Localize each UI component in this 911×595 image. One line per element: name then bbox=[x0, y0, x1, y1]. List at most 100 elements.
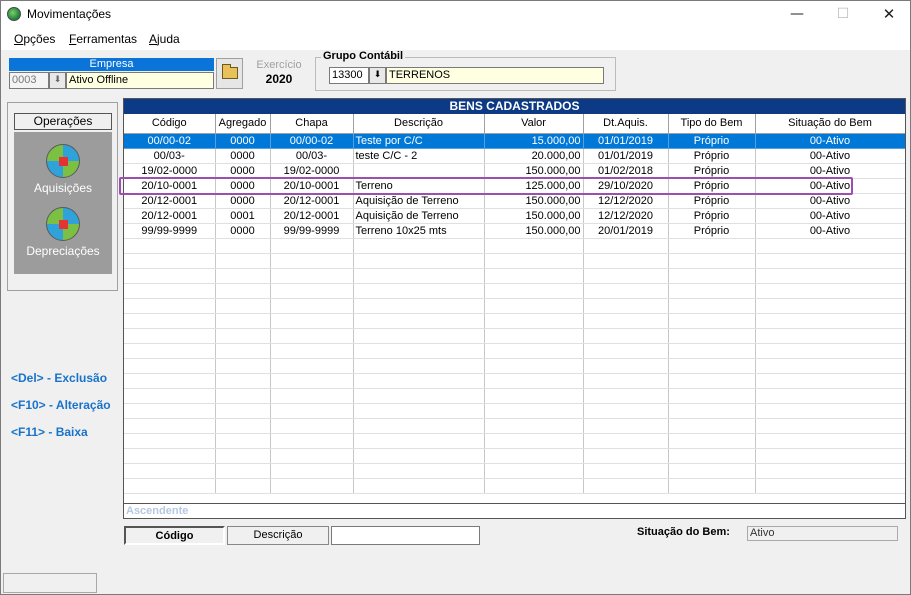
empty-cell bbox=[124, 463, 216, 479]
empty-cell bbox=[353, 418, 485, 434]
empty-cell bbox=[124, 313, 216, 329]
empty-cell bbox=[215, 328, 271, 344]
situacao-value: Ativo bbox=[747, 526, 898, 541]
empty-cell bbox=[484, 388, 584, 404]
empty-cell bbox=[124, 478, 216, 494]
table-row[interactable]: 20/12-0001 0000 20/12-0001 Aquisição de Ter… bbox=[124, 193, 905, 209]
table-row[interactable]: 19/02-0000 0000 19/02-0000 150.000,00 01/02/… bbox=[124, 163, 905, 179]
empty-cell bbox=[484, 403, 584, 419]
empresa-name-field[interactable]: Ativo Offline bbox=[66, 72, 214, 89]
minimize-button[interactable]: — bbox=[774, 1, 820, 28]
sort-direction-label: Ascendente bbox=[124, 503, 905, 518]
empty-cell bbox=[755, 478, 905, 494]
table-cell: 12/12/2020 bbox=[583, 208, 669, 224]
column-header[interactable]: Valor bbox=[484, 114, 584, 134]
empty-cell bbox=[668, 253, 756, 269]
empty-cell bbox=[353, 388, 485, 404]
globe-icon[interactable] bbox=[46, 207, 80, 241]
empty-cell bbox=[215, 298, 271, 314]
column-header[interactable]: Dt.Aquis. bbox=[583, 114, 669, 134]
empty-cell bbox=[583, 313, 669, 329]
sort-codigo-tab[interactable]: Código bbox=[124, 526, 225, 545]
empty-cell bbox=[215, 313, 271, 329]
menu-ferramentas[interactable]: Ferramentas bbox=[69, 32, 137, 46]
empty-cell bbox=[124, 418, 216, 434]
column-header[interactable]: Tipo do Bem bbox=[668, 114, 756, 134]
empty-cell bbox=[270, 463, 354, 479]
globe-icon[interactable] bbox=[46, 144, 80, 178]
empty-cell bbox=[353, 253, 485, 269]
op-depreciacoes[interactable]: Depreciações bbox=[14, 244, 112, 258]
empty-cell bbox=[583, 478, 669, 494]
table-cell: 0000 bbox=[215, 163, 271, 179]
empty-cell bbox=[755, 388, 905, 404]
column-header[interactable]: Descrição bbox=[353, 114, 485, 134]
bens-grid[interactable]: BENS CADASTRADOS Código Agregado Chapa Desc… bbox=[123, 98, 906, 519]
empty-cell bbox=[484, 478, 584, 494]
table-cell: 01/02/2018 bbox=[583, 163, 669, 179]
table-row[interactable]: 20/10-0001 0000 20/10-0001 Terreno 125.000,0… bbox=[124, 178, 905, 194]
menu-opcoes[interactable]: Opções bbox=[14, 32, 55, 46]
empty-cell bbox=[755, 448, 905, 464]
empty-cell bbox=[755, 358, 905, 374]
table-cell: 15.000,00 bbox=[484, 133, 584, 149]
bens-table: Código Agregado Chapa Descrição Valor Dt.Aqui… bbox=[124, 114, 905, 494]
sort-descricao-tab[interactable]: Descrição bbox=[227, 526, 329, 545]
empty-cell bbox=[668, 238, 756, 254]
empty-cell bbox=[755, 283, 905, 299]
table-cell: Aquisição de Terreno bbox=[353, 193, 485, 209]
grupo-lookup-button[interactable]: ⬇ bbox=[369, 67, 386, 84]
empty-cell bbox=[215, 373, 271, 389]
operacoes-body: Aquisições Depreciações bbox=[14, 132, 112, 274]
menu-bar: Opções Ferramentas Ajuda bbox=[1, 28, 910, 50]
empty-cell bbox=[484, 283, 584, 299]
empty-row bbox=[124, 463, 905, 479]
empty-row bbox=[124, 388, 905, 404]
search-input[interactable] bbox=[331, 526, 480, 545]
empty-cell bbox=[270, 343, 354, 359]
column-header[interactable]: Situação do Bem bbox=[755, 114, 905, 134]
empty-cell bbox=[270, 373, 354, 389]
empty-row bbox=[124, 478, 905, 494]
empty-cell bbox=[484, 268, 584, 284]
maximize-button[interactable]: ☐ bbox=[820, 1, 866, 28]
empty-cell bbox=[755, 403, 905, 419]
empty-cell bbox=[668, 358, 756, 374]
empresa-code-field[interactable]: 0003 bbox=[9, 72, 49, 89]
empty-cell bbox=[668, 343, 756, 359]
empty-cell bbox=[484, 298, 584, 314]
empty-cell bbox=[583, 358, 669, 374]
table-cell: 01/01/2019 bbox=[583, 133, 669, 149]
grid-title: BENS CADASTRADOS bbox=[124, 99, 905, 114]
empty-cell bbox=[353, 238, 485, 254]
column-header[interactable]: Código bbox=[124, 114, 216, 134]
grupo-name-field[interactable]: TERRENOS bbox=[386, 67, 604, 84]
table-cell: 0000 bbox=[215, 193, 271, 209]
menu-ajuda[interactable]: Ajuda bbox=[149, 32, 180, 46]
empty-cell bbox=[215, 253, 271, 269]
empty-cell bbox=[668, 298, 756, 314]
column-header[interactable]: Agregado bbox=[215, 114, 271, 134]
empty-cell bbox=[270, 328, 354, 344]
empresa-lookup-button[interactable]: ⬇ bbox=[49, 72, 66, 89]
empty-cell bbox=[124, 328, 216, 344]
table-row[interactable]: 20/12-0001 0001 20/12-0001 Aquisição de Ter… bbox=[124, 208, 905, 224]
table-cell: 00-Ativo bbox=[755, 193, 905, 209]
empty-cell bbox=[124, 433, 216, 449]
column-header[interactable]: Chapa bbox=[270, 114, 354, 134]
open-folder-button[interactable] bbox=[216, 58, 243, 89]
empty-cell bbox=[583, 388, 669, 404]
close-button[interactable]: ✕ bbox=[866, 1, 911, 28]
empty-cell bbox=[668, 418, 756, 434]
table-cell: 00/00-02 bbox=[270, 133, 354, 149]
empty-cell bbox=[353, 268, 485, 284]
table-row[interactable]: 00/00-02 0000 00/00-02 Teste por C/C 15.000,… bbox=[124, 133, 905, 149]
table-cell: 150.000,00 bbox=[484, 193, 584, 209]
grupo-code-field[interactable]: 13300 bbox=[329, 67, 369, 84]
empty-cell bbox=[755, 238, 905, 254]
table-cell bbox=[353, 163, 485, 179]
op-aquisicoes[interactable]: Aquisições bbox=[14, 181, 112, 195]
table-row[interactable]: 99/99-9999 0000 99/99-9999 Terreno 10x25 mt… bbox=[124, 223, 905, 239]
table-row[interactable]: 00/03- 0000 00/03- teste C/C - 2 20.000,00 01… bbox=[124, 148, 905, 164]
empty-cell bbox=[668, 388, 756, 404]
